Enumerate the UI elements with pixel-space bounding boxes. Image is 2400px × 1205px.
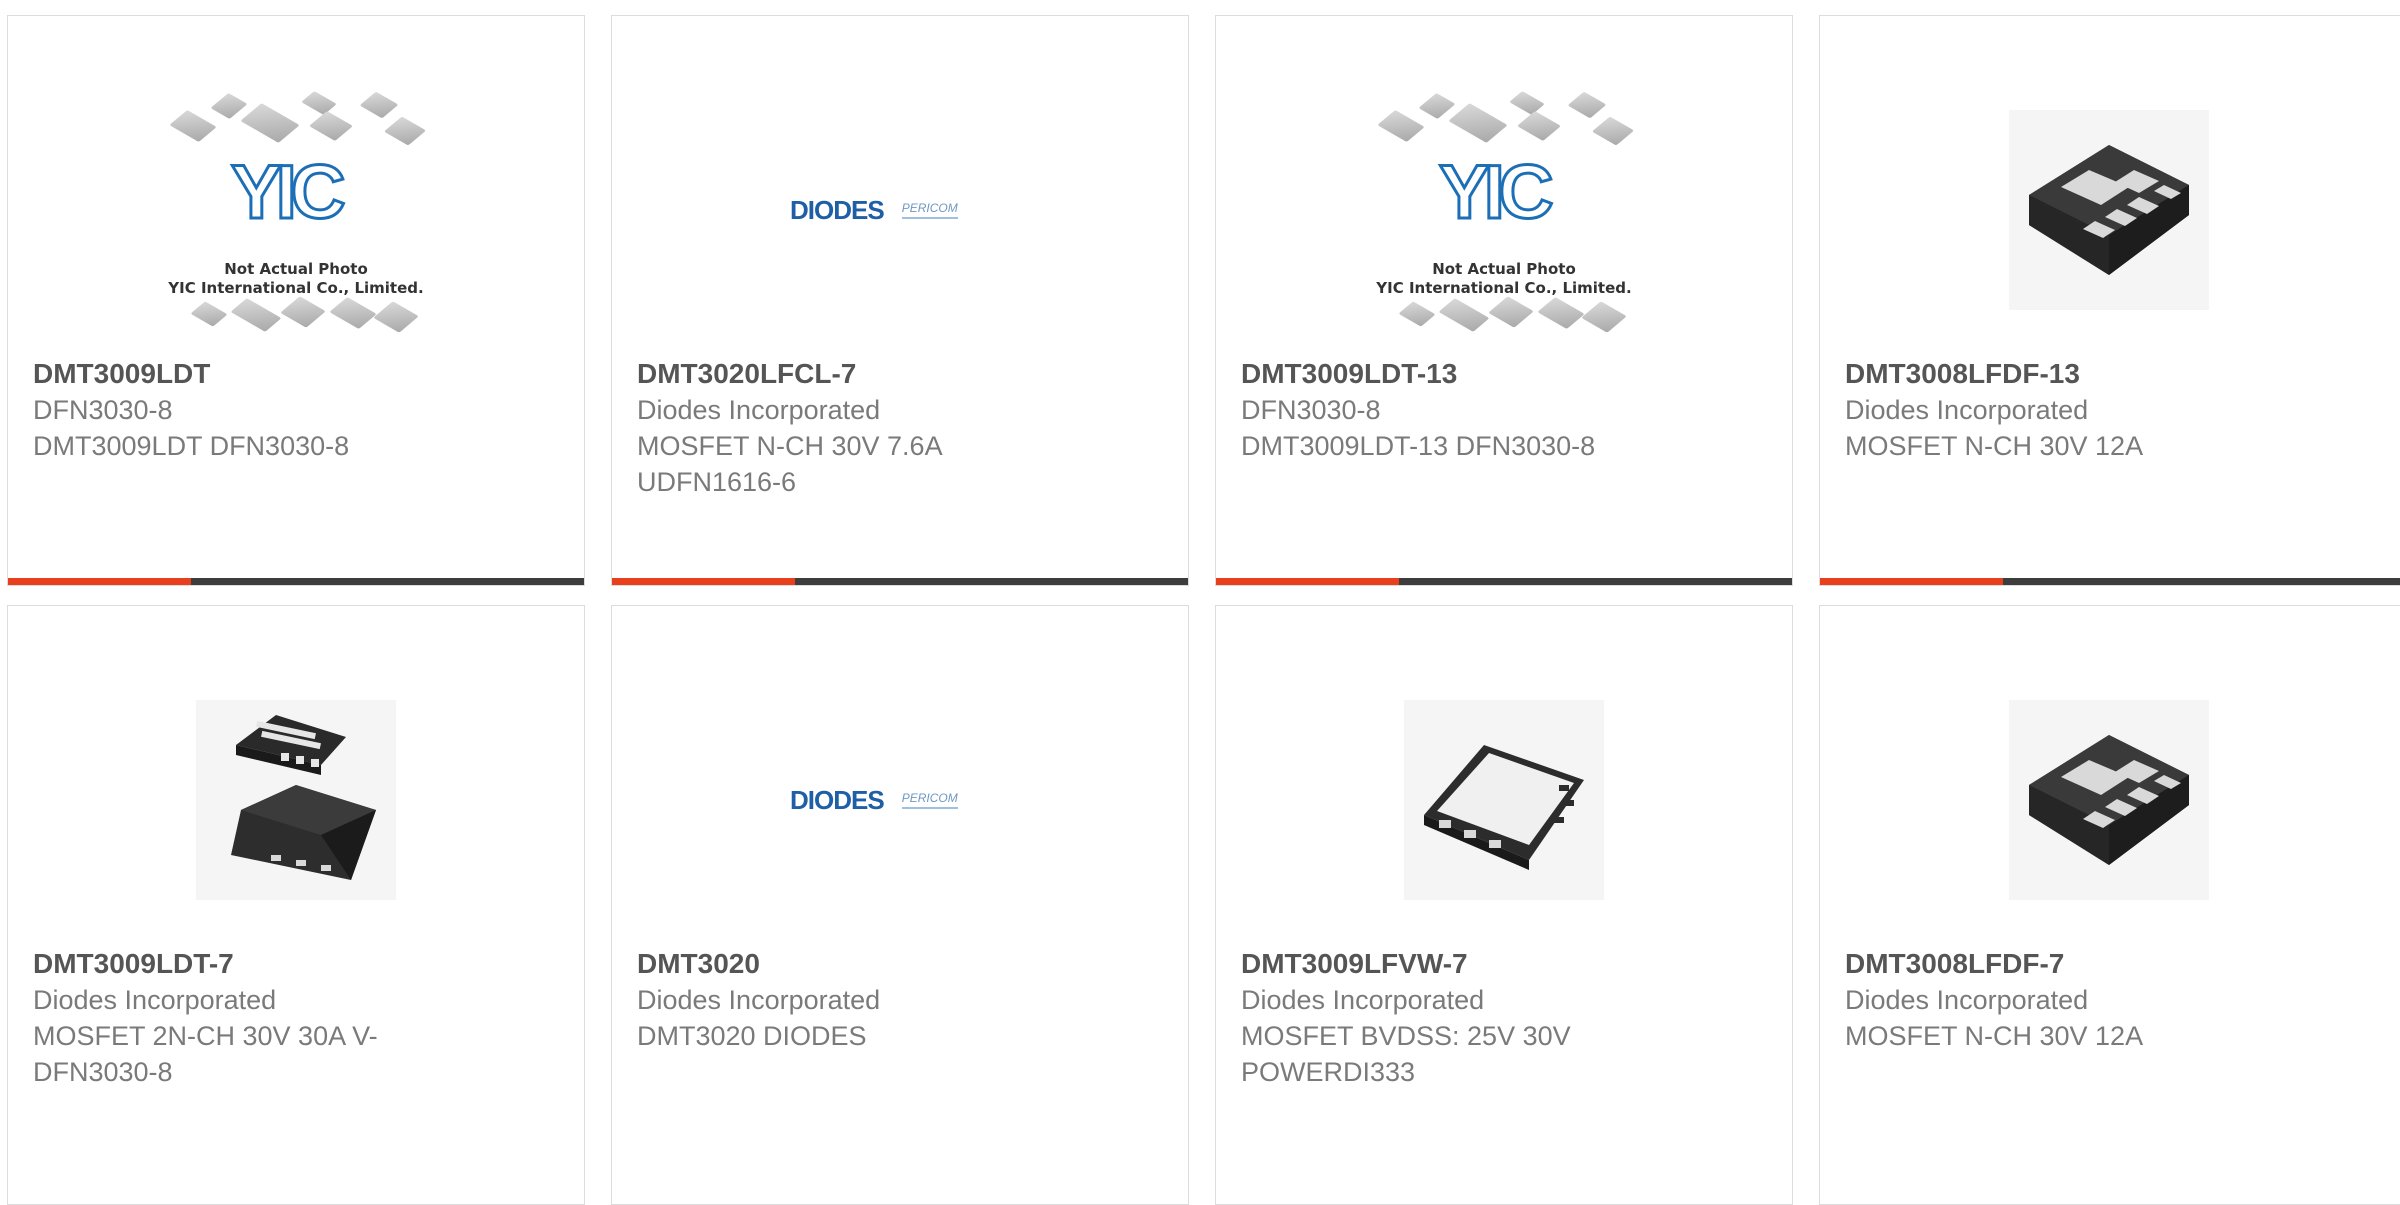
product-image xyxy=(1820,650,2398,950)
product-line: MOSFET 2N-CH 30V 30A V- xyxy=(33,1021,378,1051)
product-line: DFN3030-8 xyxy=(1241,395,1381,425)
product-line: MOSFET N-CH 30V 7.6A xyxy=(637,431,943,461)
product-line: DMT3020 DIODES xyxy=(637,1021,867,1051)
product-image xyxy=(1820,60,2398,360)
package-photo xyxy=(2009,110,2209,310)
powerdi-package-icon xyxy=(1424,745,1584,870)
product-line: DMT3009LDT DFN3030-8 xyxy=(33,431,350,461)
part-number[interactable]: DMT3009LDT-13 xyxy=(1241,356,1772,392)
product-info: DMT3009LDT-7 Diodes Incorporated MOSFET … xyxy=(33,946,564,1090)
product-line: Diodes Incorporated xyxy=(1241,985,1485,1015)
product-image xyxy=(8,650,584,950)
product-line: MOSFET N-CH 30V 12A xyxy=(1845,1021,2144,1051)
product-info: DMT3009LFVW-7 Diodes Incorporated MOSFET… xyxy=(1241,946,1772,1090)
product-line: Diodes Incorporated xyxy=(1845,395,2089,425)
product-line: UDFN1616-6 xyxy=(637,467,797,497)
product-card[interactable]: DIODES PERICOM DMT3020 Diodes Incorporat… xyxy=(611,605,1189,1205)
product-line: Diodes Incorporated xyxy=(33,985,277,1015)
part-number[interactable]: DMT3020LFCL-7 xyxy=(637,356,1168,392)
product-card[interactable]: YIC Not Actual Photo YIC International C… xyxy=(1215,15,1793,586)
package-photo xyxy=(1404,700,1604,900)
product-line: Diodes Incorporated xyxy=(637,985,881,1015)
product-line: MOSFET BVDSS: 25V 30V xyxy=(1241,1021,1571,1051)
product-line: POWERDI333 xyxy=(1241,1057,1416,1087)
pericom-logo: PERICOM xyxy=(901,201,958,219)
product-card[interactable]: DMT3008LFDF-13 Diodes Incorporated MOSFE… xyxy=(1819,15,2400,586)
product-info: DMT3008LFDF-7 Diodes Incorporated MOSFET… xyxy=(1845,946,2388,1054)
diodes-logo: DIODES xyxy=(790,194,885,225)
diodes-logo: DIODES xyxy=(790,784,885,815)
card-bottom-bar xyxy=(1820,578,2400,585)
product-image xyxy=(1216,650,1792,950)
image-caption: Not Actual Photo YIC International Co., … xyxy=(1376,260,1632,297)
image-caption: Not Actual Photo YIC International Co., … xyxy=(168,260,424,297)
product-card[interactable]: YIC Not Actual Photo YIC International C… xyxy=(7,15,585,586)
product-card[interactable]: DMT3009LDT-7 Diodes Incorporated MOSFET … xyxy=(7,605,585,1205)
diodes-logo-image: DIODES PERICOM xyxy=(790,190,1010,230)
product-line: DMT3009LDT-13 DFN3030-8 xyxy=(1241,431,1596,461)
diodes-logo-image: DIODES PERICOM xyxy=(790,780,1010,820)
product-line: Diodes Incorporated xyxy=(1845,985,2089,1015)
udfn-package-icon xyxy=(2029,145,2189,275)
yic-logo: YIC xyxy=(230,150,348,235)
part-number[interactable]: DMT3009LDT-7 xyxy=(33,946,564,982)
product-image: DIODES PERICOM xyxy=(612,650,1188,950)
pericom-logo: PERICOM xyxy=(901,791,958,809)
product-image: DIODES PERICOM xyxy=(612,60,1188,360)
product-image: YIC Not Actual Photo YIC International C… xyxy=(1216,60,1792,360)
card-bottom-bar xyxy=(8,578,584,585)
product-card[interactable]: DIODES PERICOM DMT3020LFCL-7 Diodes Inco… xyxy=(611,15,1189,586)
product-line: Diodes Incorporated xyxy=(637,395,881,425)
product-info: DMT3008LFDF-13 Diodes Incorporated MOSFE… xyxy=(1845,356,2388,464)
udfn-package-icon xyxy=(2029,735,2189,865)
part-number[interactable]: DMT3008LFDF-13 xyxy=(1845,356,2388,392)
product-line: MOSFET N-CH 30V 12A xyxy=(1845,431,2144,461)
part-number[interactable]: DMT3008LFDF-7 xyxy=(1845,946,2388,982)
product-info: DMT3020LFCL-7 Diodes Incorporated MOSFET… xyxy=(637,356,1168,500)
yic-placeholder-image: YIC Not Actual Photo YIC International C… xyxy=(156,90,436,333)
card-bottom-bar xyxy=(612,578,1188,585)
product-line: DFN3030-8 xyxy=(33,395,173,425)
part-number[interactable]: DMT3009LFVW-7 xyxy=(1241,946,1772,982)
yic-placeholder-image: YIC Not Actual Photo YIC International C… xyxy=(1364,90,1644,333)
dfn-package-icon xyxy=(231,715,376,880)
part-number[interactable]: DMT3009LDT xyxy=(33,356,564,392)
product-image: YIC Not Actual Photo YIC International C… xyxy=(8,60,584,360)
product-info: DMT3009LDT-13 DFN3030-8 DMT3009LDT-13 DF… xyxy=(1241,356,1772,464)
product-card[interactable]: DMT3009LFVW-7 Diodes Incorporated MOSFET… xyxy=(1215,605,1793,1205)
product-card[interactable]: DMT3008LFDF-7 Diodes Incorporated MOSFET… xyxy=(1819,605,2400,1205)
product-info: DMT3020 Diodes Incorporated DMT3020 DIOD… xyxy=(637,946,1168,1054)
package-photo xyxy=(2009,700,2209,900)
package-photo xyxy=(196,700,396,900)
product-info: DMT3009LDT DFN3030-8 DMT3009LDT DFN3030-… xyxy=(33,356,564,464)
product-line: DFN3030-8 xyxy=(33,1057,173,1087)
card-bottom-bar xyxy=(1216,578,1792,585)
yic-logo: YIC xyxy=(1438,150,1556,235)
part-number[interactable]: DMT3020 xyxy=(637,946,1168,982)
